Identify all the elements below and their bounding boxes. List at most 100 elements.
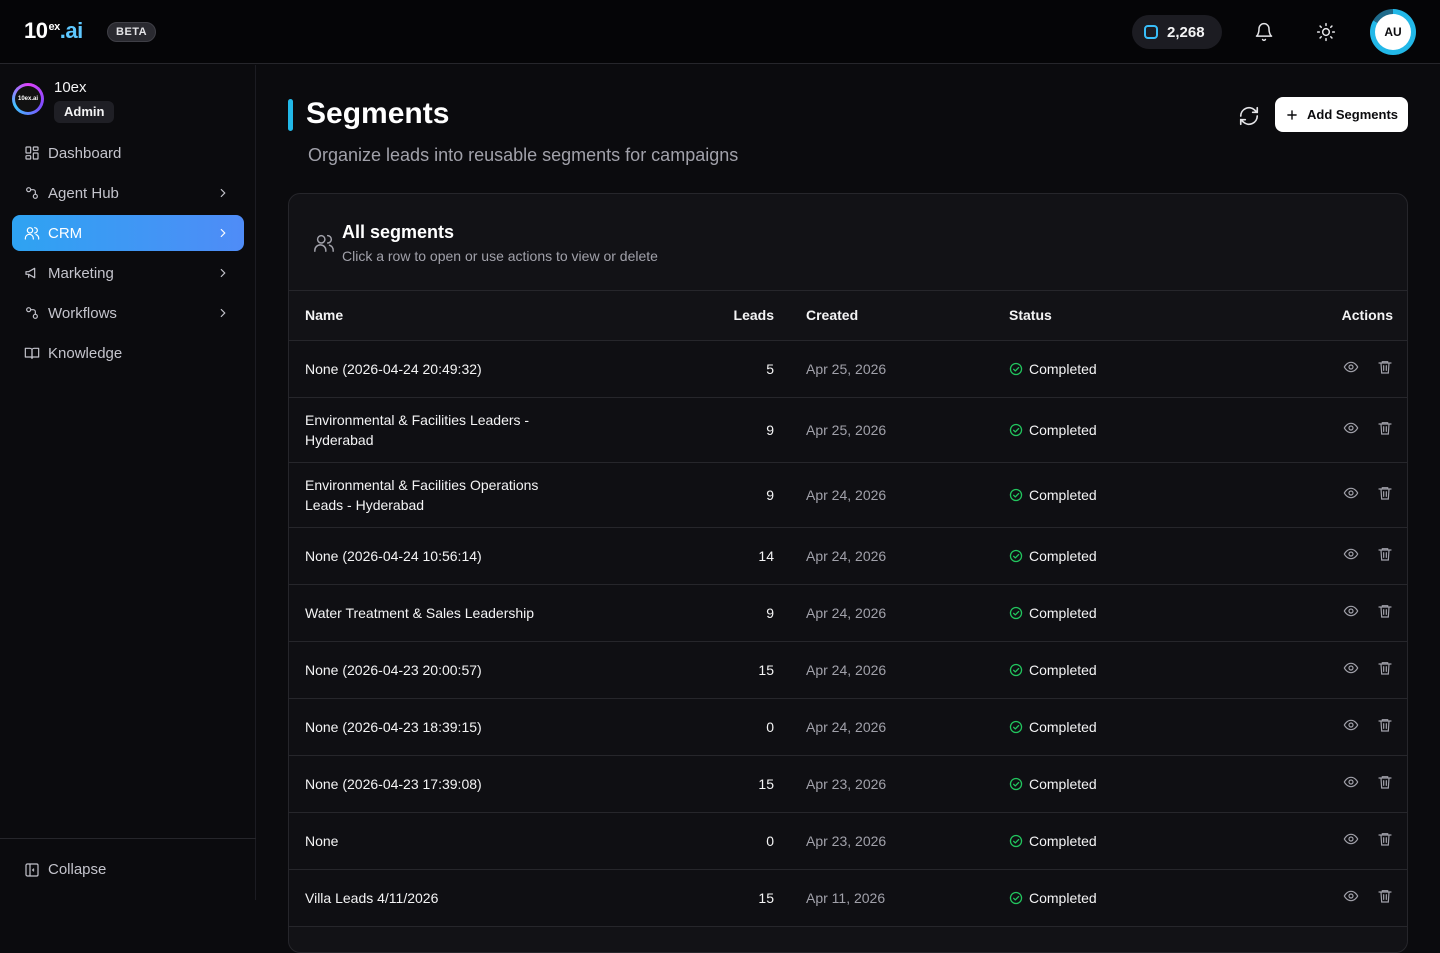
sidebar-item-knowledge[interactable]: Knowledge: [12, 335, 244, 371]
trash-icon[interactable]: [1377, 420, 1393, 436]
sun-icon[interactable]: [1316, 22, 1336, 42]
segment-created: Apr 24, 2026: [774, 584, 1009, 642]
card-title: All segments: [342, 222, 455, 242]
sidebar-item-workflows[interactable]: Workflows: [12, 295, 244, 331]
trash-icon[interactable]: [1377, 359, 1393, 375]
table-header-row: Name Leads Created Status Actions: [289, 291, 1407, 340]
segment-name: None (2026-04-23 17:39:08): [305, 775, 482, 792]
segment-created: Apr 25, 2026: [774, 397, 1009, 463]
check-circle-icon: [1009, 549, 1023, 562]
segment-created: Apr 24, 2026: [774, 527, 1009, 585]
column-header-status[interactable]: Status: [1009, 291, 1269, 340]
beta-badge: BETA: [107, 22, 157, 42]
org-switcher[interactable]: 10ex.ai 10ex Admin: [12, 77, 115, 123]
segment-created: Apr 11, 2026: [774, 869, 1009, 927]
segment-leads: 0: [589, 812, 774, 870]
table-row[interactable]: None (2026-04-23 18:39:15) 0 Apr 24, 202…: [289, 698, 1407, 756]
sidebar-item-marketing[interactable]: Marketing: [12, 255, 244, 291]
table-row[interactable]: Environmental & Facilities Leaders - Hyd…: [289, 397, 1407, 463]
table-row[interactable]: Villa Leads 4/11/2026 15 Apr 11, 2026 Co…: [289, 869, 1407, 927]
table-row[interactable]: None (2026-04-24 20:49:32) 5 Apr 25, 202…: [289, 340, 1407, 398]
check-circle-icon: [1009, 362, 1023, 375]
eye-icon[interactable]: [1343, 603, 1359, 619]
status-label: Completed: [1029, 889, 1097, 906]
plus-icon: [1287, 109, 1297, 120]
eye-icon[interactable]: [1343, 420, 1359, 436]
trash-icon[interactable]: [1377, 774, 1393, 790]
segment-name: None (2026-04-23 18:39:15): [305, 718, 482, 735]
brand-logo[interactable]: 10 ex .ai: [24, 18, 83, 44]
column-header-leads[interactable]: Leads: [589, 291, 774, 340]
column-header-name[interactable]: Name: [289, 291, 589, 340]
collapse-button[interactable]: Collapse: [0, 838, 256, 900]
eye-icon[interactable]: [1343, 774, 1359, 790]
refresh-icon[interactable]: [1238, 105, 1260, 127]
workflow-icon: [26, 307, 38, 319]
row-actions: [1343, 420, 1393, 436]
chevron-right-icon: [220, 188, 226, 198]
bell-icon[interactable]: [1254, 22, 1274, 42]
trash-icon[interactable]: [1377, 660, 1393, 676]
trash-icon[interactable]: [1377, 603, 1393, 619]
chevron-right-icon: [220, 228, 226, 238]
sidebar-item-crm[interactable]: CRM: [12, 215, 244, 251]
status-badge: Completed: [1009, 548, 1269, 564]
check-circle-icon: [1009, 777, 1023, 790]
table-row[interactable]: None (2026-04-23 17:39:08) 15 Apr 23, 20…: [289, 755, 1407, 813]
megaphone-icon: [25, 267, 36, 279]
eye-icon[interactable]: [1343, 831, 1359, 847]
org-name: 10ex: [54, 79, 87, 96]
sidebar-collapse-icon: [25, 862, 39, 877]
table-row[interactable]: Environmental & Facilities Operations Le…: [289, 462, 1407, 528]
check-circle-icon: [1009, 834, 1023, 847]
trash-icon[interactable]: [1377, 546, 1393, 562]
trash-icon[interactable]: [1377, 485, 1393, 501]
eye-icon[interactable]: [1343, 359, 1359, 375]
status-badge: Completed: [1009, 719, 1269, 735]
status-label: Completed: [1029, 547, 1097, 564]
segment-leads: 5: [589, 340, 774, 398]
status-label: Completed: [1029, 604, 1097, 621]
table-row[interactable]: None 0 Apr 23, 2026 Completed: [289, 812, 1407, 870]
trash-icon[interactable]: [1377, 717, 1393, 733]
check-circle-icon: [1009, 720, 1023, 733]
add-segments-button[interactable]: Add Segments: [1275, 97, 1408, 132]
eye-icon[interactable]: [1343, 717, 1359, 733]
segment-leads: 9: [589, 584, 774, 642]
status-badge: Completed: [1009, 833, 1269, 849]
eye-icon[interactable]: [1343, 485, 1359, 501]
segment-leads: 15: [589, 869, 774, 927]
column-header-created[interactable]: Created: [774, 291, 1009, 340]
credits-pill[interactable]: 2,268: [1132, 15, 1222, 49]
sidebar-item-agent-hub[interactable]: Agent Hub: [12, 175, 244, 211]
chevron-right-icon: [220, 308, 226, 318]
status-badge: Completed: [1009, 776, 1269, 792]
segment-name: Water Treatment & Sales Leadership: [305, 604, 535, 621]
status-badge: Completed: [1009, 890, 1269, 906]
org-logo: 10ex.ai: [12, 83, 44, 115]
sidebar-item-dashboard[interactable]: Dashboard: [12, 135, 244, 171]
segment-leads: 14: [589, 527, 774, 585]
row-actions: [1343, 717, 1393, 733]
segment-created: Apr 24, 2026: [774, 698, 1009, 756]
check-circle-icon: [1009, 663, 1023, 676]
segment-name: None (2026-04-23 20:00:57): [305, 661, 482, 678]
segment-created: Apr 25, 2026: [774, 340, 1009, 398]
agent-icon: [26, 187, 38, 199]
segment-name: None: [305, 832, 339, 849]
row-actions: [1343, 359, 1393, 375]
table-row[interactable]: None (2026-04-23 20:00:57) 15 Apr 24, 20…: [289, 641, 1407, 699]
eye-icon[interactable]: [1343, 546, 1359, 562]
row-actions: [1343, 831, 1393, 847]
trash-icon[interactable]: [1377, 888, 1393, 904]
eye-icon[interactable]: [1343, 888, 1359, 904]
user-avatar[interactable]: AU: [1370, 9, 1416, 55]
status-badge: Completed: [1009, 422, 1269, 438]
eye-icon[interactable]: [1343, 660, 1359, 676]
status-label: Completed: [1029, 421, 1097, 438]
table-row[interactable]: None (2026-04-24 10:56:14) 14 Apr 24, 20…: [289, 527, 1407, 585]
table-row[interactable]: Water Treatment & Sales Leadership 9 Apr…: [289, 584, 1407, 642]
segment-name: Environmental & Facilities Operations Le…: [305, 476, 539, 513]
segments-card: All segments Click a row to open or use …: [288, 193, 1408, 953]
trash-icon[interactable]: [1377, 831, 1393, 847]
